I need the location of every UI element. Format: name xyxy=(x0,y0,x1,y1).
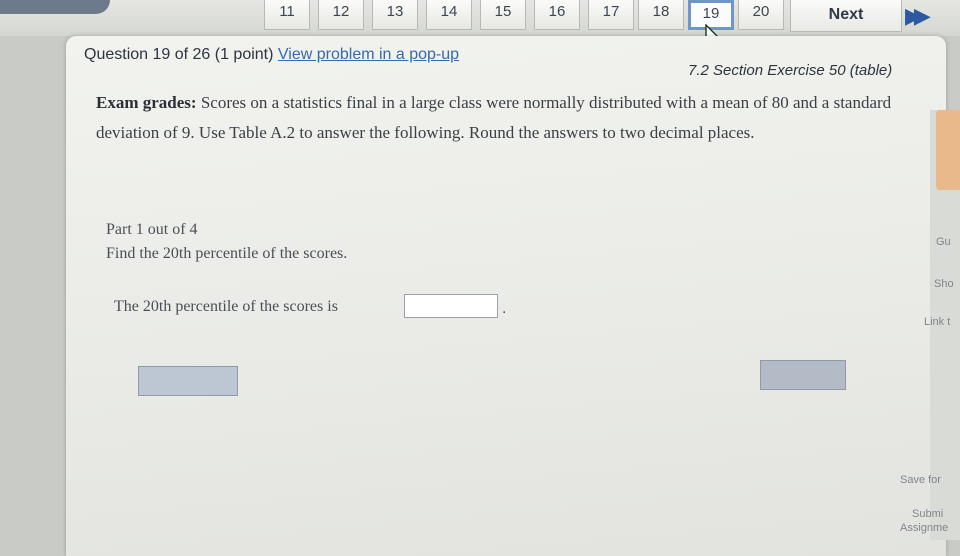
part-block: Part 1 out of 4 Find the 20th percentile… xyxy=(106,218,347,266)
section-label: 7.2 Section Exercise 50 (table) xyxy=(688,62,893,79)
part-label: Part 1 out of 4 xyxy=(106,221,198,238)
side-item-show[interactable]: Sho xyxy=(934,278,954,290)
save-for-later-link[interactable]: Save for xyxy=(900,474,941,486)
part-prompt: Find the 20th percentile of the scores. xyxy=(106,245,348,262)
next-button[interactable]: Next xyxy=(790,0,902,32)
nav-question-18[interactable]: 18 xyxy=(638,0,684,30)
question-header: Question 19 of 26 (1 point) View problem… xyxy=(84,46,459,64)
nav-question-12[interactable]: 12 xyxy=(318,0,364,30)
side-item-guided[interactable]: Gu xyxy=(936,236,951,248)
submit-assignment-link[interactable]: Submi xyxy=(912,508,943,520)
answer-input[interactable] xyxy=(404,294,498,318)
problem-text: Scores on a statistics final in a large … xyxy=(96,93,892,142)
problem-statement: Exam grades: Scores on a statistics fina… xyxy=(96,88,926,148)
clear-button[interactable] xyxy=(760,360,846,390)
submit-assignment-link-line2[interactable]: Assignme xyxy=(900,522,948,534)
question-nav-bar: 11 12 13 14 15 16 17 18 19 20 Next ▶▶ xyxy=(0,0,960,36)
nav-question-17[interactable]: 17 xyxy=(588,0,634,30)
check-button[interactable] xyxy=(138,366,238,396)
back-arrow-button[interactable] xyxy=(0,0,110,14)
question-number: Question 19 of 26 (1 point) xyxy=(84,46,274,63)
nav-question-14[interactable]: 14 xyxy=(426,0,472,30)
problem-title: Exam grades: xyxy=(96,93,197,112)
nav-question-13[interactable]: 13 xyxy=(372,0,418,30)
nav-question-20[interactable]: 20 xyxy=(738,0,784,30)
side-item-link[interactable]: Link t xyxy=(924,316,950,328)
nav-question-16[interactable]: 16 xyxy=(534,0,580,30)
nav-question-15[interactable]: 15 xyxy=(480,0,526,30)
answer-label: The 20th percentile of the scores is xyxy=(114,298,338,315)
answer-period: . xyxy=(502,300,507,317)
side-panel-accent xyxy=(936,110,960,190)
view-popup-link[interactable]: View problem in a pop-up xyxy=(278,46,459,63)
double-chevron-right-icon[interactable]: ▶▶ xyxy=(905,2,945,30)
nav-question-11[interactable]: 11 xyxy=(264,0,310,30)
question-card: Question 19 of 26 (1 point) View problem… xyxy=(66,36,946,556)
